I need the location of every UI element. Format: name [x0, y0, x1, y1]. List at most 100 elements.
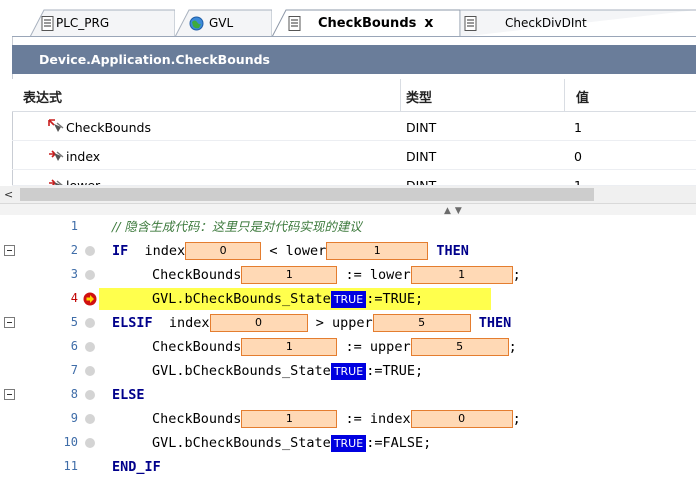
code-line[interactable]: 6 CheckBounds 1 := upper 5;: [0, 335, 696, 359]
tab-label: CheckDivDInt: [505, 16, 587, 30]
column-header-value[interactable]: 值: [576, 87, 589, 106]
scroll-left-icon[interactable]: <: [4, 188, 13, 201]
column-divider[interactable]: [564, 79, 565, 112]
keyword-elsif: ELSIF: [112, 315, 153, 331]
close-icon[interactable]: x: [424, 15, 433, 31]
watch-expression: index: [66, 149, 101, 164]
current-statement-arrow-icon[interactable]: [83, 292, 97, 306]
monitor-bool-tag[interactable]: TRUE: [330, 435, 367, 452]
line-number: 9: [70, 411, 78, 425]
line-number: 1: [70, 219, 78, 233]
code-identifier: index: [144, 243, 186, 259]
code-expression: < lower: [269, 243, 327, 259]
breakpoint-marker-icon[interactable]: [85, 270, 95, 280]
code-line[interactable]: 1 // 隐含生成代码：这里只是对代码实现的建议: [0, 215, 696, 239]
column-header-type[interactable]: 类型: [406, 87, 432, 106]
panel-splitter[interactable]: ▲▼: [0, 203, 696, 216]
code-semicolon: ;: [512, 267, 521, 283]
scrollbar-thumb[interactable]: [20, 188, 594, 201]
tab-checkdivdint[interactable]: CheckDivDInt: [460, 9, 696, 37]
watch-type: DINT: [406, 120, 437, 135]
code-line[interactable]: 3 CheckBounds 1 := lower 1;: [0, 263, 696, 287]
monitor-value-box[interactable]: 5: [372, 314, 471, 332]
code-identifier: CheckBounds: [152, 267, 242, 283]
monitor-value-box[interactable]: 1: [410, 266, 513, 284]
code-identifier: GVL.bCheckBounds_State: [152, 363, 331, 379]
output-variable-icon: [48, 119, 64, 132]
keyword-end-if: END_IF: [112, 459, 161, 475]
column-header-expression[interactable]: 表达式: [23, 87, 62, 106]
watch-type: DINT: [406, 149, 437, 164]
monitor-value-box[interactable]: 0: [410, 410, 513, 428]
code-line[interactable]: 9 CheckBounds 1 := index 0;: [0, 407, 696, 431]
code-comment: // 隐含生成代码：这里只是对代码实现的建议: [112, 219, 362, 234]
tab-checkbounds[interactable]: CheckBounds x: [272, 9, 460, 37]
code-semicolon: ;: [508, 339, 517, 355]
line-number: 11: [63, 459, 78, 473]
monitor-bool-tag[interactable]: TRUE: [330, 291, 367, 308]
line-number: 5: [70, 315, 78, 329]
watch-row[interactable]: index DINT 0: [12, 142, 696, 170]
line-number: 6: [70, 339, 78, 353]
tab-label: PLC_PRG: [56, 16, 110, 30]
code-line[interactable]: 2 IF index 0 < lower 1 THEN: [0, 239, 696, 263]
column-divider[interactable]: [400, 79, 401, 112]
monitor-value-box[interactable]: 0: [209, 314, 308, 332]
input-variable-icon: [49, 179, 63, 185]
breakpoint-marker-icon[interactable]: [85, 438, 95, 448]
code-identifier: CheckBounds: [152, 339, 242, 355]
input-variable-icon: [49, 150, 64, 161]
code-expression: :=FALSE;: [366, 435, 432, 451]
breakpoint-marker-icon[interactable]: [85, 342, 95, 352]
keyword-then: THEN: [436, 243, 469, 259]
monitor-value-box[interactable]: 1: [326, 242, 429, 260]
watch-value[interactable]: 1: [574, 178, 582, 185]
breakpoint-marker-icon[interactable]: [85, 390, 95, 400]
code-identifier: GVL.bCheckBounds_State: [152, 291, 331, 307]
monitor-value-box[interactable]: 1: [241, 266, 338, 284]
code-line-current[interactable]: 4 GVL.bCheckBounds_State TRUE:=TRUE;: [0, 287, 696, 311]
line-number: 4: [70, 291, 78, 305]
tab-gvl[interactable]: GVL: [175, 9, 272, 37]
code-line[interactable]: 10 GVL.bCheckBounds_State TRUE:=FALSE;: [0, 431, 696, 455]
watch-table-header: 表达式 类型 值: [12, 79, 696, 112]
code-identifier: index: [168, 315, 210, 331]
code-line[interactable]: 7 GVL.bCheckBounds_State TRUE:=TRUE;: [0, 359, 696, 383]
code-expression: := index: [345, 411, 411, 427]
fold-toggle-icon[interactable]: [4, 317, 15, 328]
code-expression: := upper: [345, 339, 411, 355]
watch-expression: lower: [66, 178, 101, 186]
code-identifier: GVL.bCheckBounds_State: [152, 435, 331, 451]
line-number: 2: [70, 243, 78, 257]
monitor-value-box[interactable]: 0: [185, 242, 262, 260]
breakpoint-marker-icon[interactable]: [85, 318, 95, 328]
keyword-else: ELSE: [112, 387, 145, 403]
code-expression: := lower: [345, 267, 411, 283]
monitor-value-box[interactable]: 5: [410, 338, 509, 356]
fold-toggle-icon[interactable]: [4, 389, 15, 400]
watch-row[interactable]: CheckBounds DINT 1: [12, 113, 696, 141]
tab-plc-prg[interactable]: PLC_PRG: [30, 9, 175, 37]
fold-toggle-icon[interactable]: [4, 245, 15, 256]
tab-bar: PLC_PRG GVL CheckBounds x CheckDivDInt: [0, 0, 696, 37]
breakpoint-marker-icon[interactable]: [85, 414, 95, 424]
line-number: 10: [63, 435, 78, 449]
breakpoint-marker-icon[interactable]: [85, 366, 95, 376]
watch-value[interactable]: 0: [574, 149, 582, 164]
code-line[interactable]: 8 ELSE: [0, 383, 696, 407]
code-editor[interactable]: 1 // 隐含生成代码：这里只是对代码实现的建议 2 IF index 0 < l…: [0, 215, 696, 483]
code-expression: :=TRUE;: [366, 291, 424, 307]
watch-value[interactable]: 1: [574, 120, 582, 135]
monitor-value-box[interactable]: 1: [241, 338, 338, 356]
code-line[interactable]: 5 ELSIF index 0 > upper 5 THEN: [0, 311, 696, 335]
monitor-bool-tag[interactable]: TRUE: [330, 363, 367, 380]
watch-row[interactable]: lower DINT 1: [12, 171, 696, 186]
code-line[interactable]: 11 END_IF: [0, 455, 696, 479]
code-expression: :=TRUE;: [366, 363, 424, 379]
breakpoint-marker-icon[interactable]: [85, 246, 95, 256]
horizontal-scrollbar[interactable]: <: [0, 186, 696, 203]
monitor-value-box[interactable]: 1: [241, 410, 338, 428]
code-expression: > upper: [315, 315, 373, 331]
tab-label: CheckBounds: [318, 15, 417, 31]
tab-bar-divider: [12, 36, 696, 37]
